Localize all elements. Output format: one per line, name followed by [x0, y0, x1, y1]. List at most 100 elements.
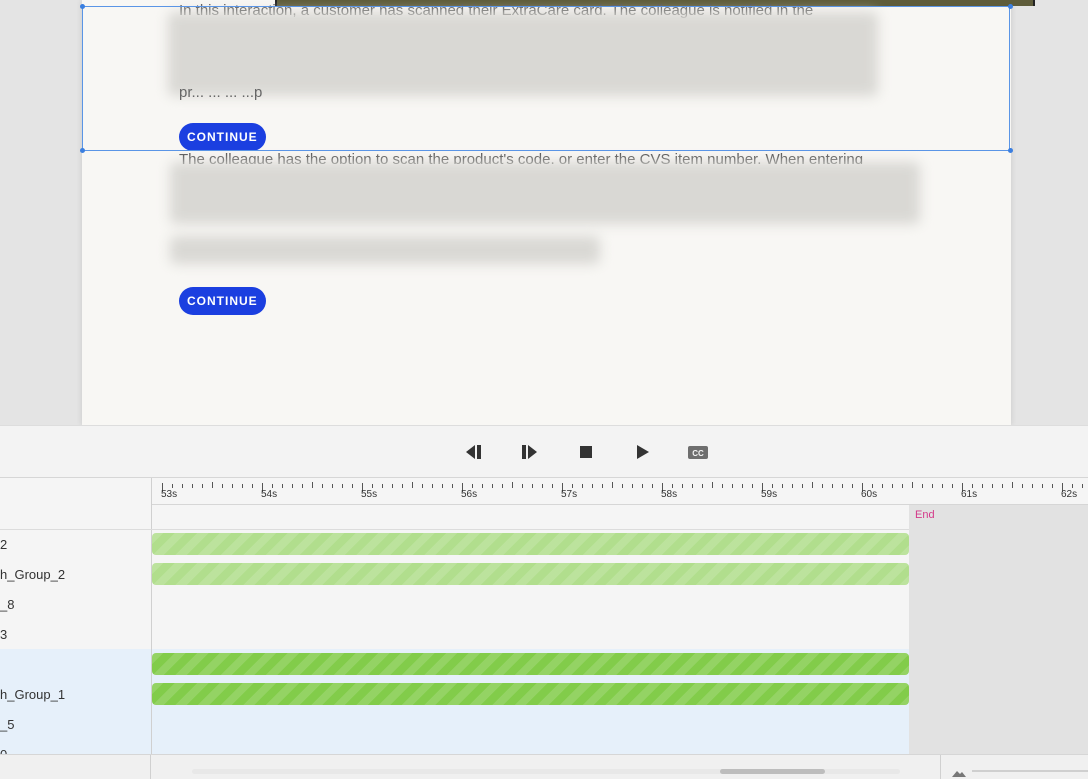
ruler-minor-tick	[1022, 484, 1023, 488]
ruler-minor-tick	[712, 482, 713, 488]
layer-name[interactable]: h_Group_1	[0, 687, 65, 702]
ruler-minor-tick	[902, 484, 903, 488]
closed-captions-icon: CC	[688, 446, 708, 459]
ruler-minor-tick	[572, 484, 573, 488]
ruler-minor-tick	[232, 484, 233, 488]
ruler-minor-tick	[752, 484, 753, 488]
ruler-minor-tick	[812, 482, 813, 488]
ruler-minor-tick	[672, 484, 673, 488]
time-ruler[interactable]: 53s 54s 55s 56s 57s 58s 59s 60s 61s 62s	[152, 478, 1088, 505]
ruler-minor-tick	[422, 484, 423, 488]
ruler-minor-tick	[382, 484, 383, 488]
ruler-minor-tick	[212, 482, 213, 488]
resize-handle-top-left[interactable]	[80, 4, 85, 9]
ruler-minor-tick	[932, 484, 933, 488]
continue-button-2[interactable]: CONTINUE	[179, 287, 266, 315]
ruler-minor-tick	[302, 484, 303, 488]
ruler-label: 60s	[861, 489, 878, 500]
ruler-minor-tick	[452, 484, 453, 488]
ruler-minor-tick	[482, 484, 483, 488]
timeline-panel: 2 h_Group_2 _8 3 h_Group_1 _5 0 53s 54s 55s 56s 57…	[0, 477, 1088, 779]
stage-area: In this interaction, a customer has scan…	[0, 0, 1088, 425]
ruler-label: 55s	[361, 489, 378, 500]
selection-outline[interactable]	[82, 6, 1010, 151]
timeline-bar[interactable]	[152, 533, 909, 555]
ruler-label: 62s	[1061, 489, 1078, 500]
timeline-bar[interactable]	[152, 653, 909, 675]
ruler-minor-tick	[742, 484, 743, 488]
ruler-minor-tick	[282, 484, 283, 488]
zoom-slider[interactable]	[972, 770, 1088, 772]
ruler-label: 57s	[561, 489, 578, 500]
layer-name[interactable]: 2	[0, 537, 7, 552]
resize-handle-bottom-left[interactable]	[80, 148, 85, 153]
step-backward-icon	[466, 445, 481, 459]
ruler-minor-tick	[882, 484, 883, 488]
stop-button[interactable]	[573, 440, 599, 464]
ruler-minor-tick	[802, 484, 803, 488]
ruler-minor-tick	[532, 484, 533, 488]
ruler-minor-tick	[332, 484, 333, 488]
ruler-minor-tick	[1082, 484, 1083, 488]
ruler-minor-tick	[732, 484, 733, 488]
ruler-minor-tick	[252, 484, 253, 488]
ruler-minor-tick	[942, 484, 943, 488]
ruler-minor-tick	[432, 484, 433, 488]
ruler-minor-tick	[222, 484, 223, 488]
ruler-minor-tick	[342, 484, 343, 488]
timeline-bar[interactable]	[152, 683, 909, 705]
ruler-minor-tick	[682, 484, 683, 488]
ruler-minor-tick	[322, 484, 323, 488]
ruler-minor-tick	[872, 484, 873, 488]
ruler-minor-tick	[652, 484, 653, 488]
end-marker-label: End	[915, 509, 935, 521]
layer-name[interactable]: 3	[0, 627, 7, 642]
layer-name[interactable]: 0	[0, 747, 7, 754]
ruler-label: 54s	[261, 489, 278, 500]
ruler-minor-tick	[442, 484, 443, 488]
end-region	[909, 505, 1088, 754]
resize-handle-bottom-right[interactable]	[1008, 148, 1013, 153]
horizontal-scrollbar-thumb[interactable]	[720, 769, 825, 774]
ruler-minor-tick	[312, 482, 313, 488]
ruler-minor-tick	[402, 484, 403, 488]
ruler-minor-tick	[632, 484, 633, 488]
ruler-minor-tick	[202, 484, 203, 488]
step-forward-button[interactable]	[517, 440, 543, 464]
ruler-minor-tick	[612, 482, 613, 488]
cc-label: CC	[692, 449, 704, 458]
ruler-minor-tick	[922, 484, 923, 488]
ruler-minor-tick	[892, 484, 893, 488]
stop-icon	[580, 446, 592, 458]
timeline-bar[interactable]	[152, 563, 909, 585]
ruler-minor-tick	[642, 484, 643, 488]
ruler-minor-tick	[192, 484, 193, 488]
layer-name[interactable]: _5	[0, 717, 14, 732]
ruler-minor-tick	[992, 484, 993, 488]
resize-handle-top-right[interactable]	[1008, 4, 1013, 9]
ruler-minor-tick	[1072, 484, 1073, 488]
layer-name[interactable]: h_Group_2	[0, 567, 65, 582]
ruler-minor-tick	[912, 482, 913, 488]
ruler-minor-tick	[1042, 484, 1043, 488]
ruler-minor-tick	[782, 484, 783, 488]
ruler-minor-tick	[502, 484, 503, 488]
closed-captions-button[interactable]: CC	[685, 440, 711, 464]
ruler-subrow-divider	[0, 529, 909, 530]
ruler-minor-tick	[602, 484, 603, 488]
step-backward-button[interactable]	[462, 440, 488, 464]
ruler-minor-tick	[1002, 484, 1003, 488]
ruler-minor-tick	[722, 484, 723, 488]
ruler-minor-tick	[512, 482, 513, 488]
play-button[interactable]	[629, 440, 655, 464]
layer-name[interactable]: _8	[0, 597, 14, 612]
ruler-minor-tick	[412, 482, 413, 488]
ruler-minor-tick	[552, 484, 553, 488]
ruler-minor-tick	[492, 484, 493, 488]
ruler-minor-tick	[832, 484, 833, 488]
ruler-minor-tick	[582, 484, 583, 488]
ruler-minor-tick	[692, 484, 693, 488]
ruler-minor-tick	[842, 484, 843, 488]
ruler-minor-tick	[182, 484, 183, 488]
ruler-minor-tick	[952, 484, 953, 488]
